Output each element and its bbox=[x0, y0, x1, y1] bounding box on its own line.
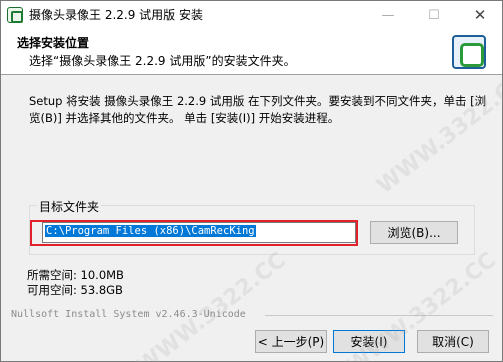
close-button[interactable]: ✕ bbox=[457, 1, 503, 29]
browse-button[interactable]: 浏览(B)... bbox=[370, 221, 458, 244]
space-required: 所需空间: 10.0MB bbox=[27, 268, 124, 282]
cancel-button[interactable]: 取消(C) bbox=[417, 330, 489, 353]
intro-text: Setup 将安装 摄像头录像王 2.2.9 试用版 在下列文件夹。要安装到不同… bbox=[29, 94, 487, 125]
installer-logo-icon bbox=[452, 35, 486, 69]
maximize-button[interactable]: ☐ bbox=[411, 1, 457, 29]
install-button[interactable]: 安装(I) bbox=[333, 330, 405, 353]
install-path-value: C:\Program Files (x86)\CamRecKing bbox=[45, 225, 256, 237]
page-subtitle: 选择“摄像头录像王 2.2.9 试用版”的安装文件夹。 bbox=[29, 54, 296, 68]
page-title: 选择安装位置 bbox=[17, 36, 90, 50]
header-banner: 选择安装位置 选择“摄像头录像王 2.2.9 试用版”的安装文件夹。 bbox=[1, 29, 502, 75]
window-title: 摄像头录像王 2.2.9 试用版 安装 bbox=[29, 8, 203, 22]
watermark: WWW.3322.CC bbox=[372, 67, 503, 200]
minimize-button[interactable]: — bbox=[365, 1, 411, 29]
installer-window: 摄像头录像王 2.2.9 试用版 安装 — ☐ ✕ 选择安装位置 选择“摄像头录… bbox=[0, 0, 503, 362]
back-button[interactable]: < 上一步(P) bbox=[255, 330, 327, 353]
nsis-branding: Nullsoft Install System v2.46.3-Unicode bbox=[11, 309, 246, 320]
space-available: 可用空间: 53.8GB bbox=[27, 283, 123, 297]
title-bar: 摄像头录像王 2.2.9 试用版 安装 — ☐ ✕ bbox=[1, 1, 502, 29]
install-path-input[interactable]: C:\Program Files (x86)\CamRecKing bbox=[42, 222, 356, 243]
app-icon bbox=[7, 7, 23, 23]
branding-divider bbox=[265, 315, 493, 316]
destination-folder-label: 目标文件夹 bbox=[37, 198, 102, 215]
